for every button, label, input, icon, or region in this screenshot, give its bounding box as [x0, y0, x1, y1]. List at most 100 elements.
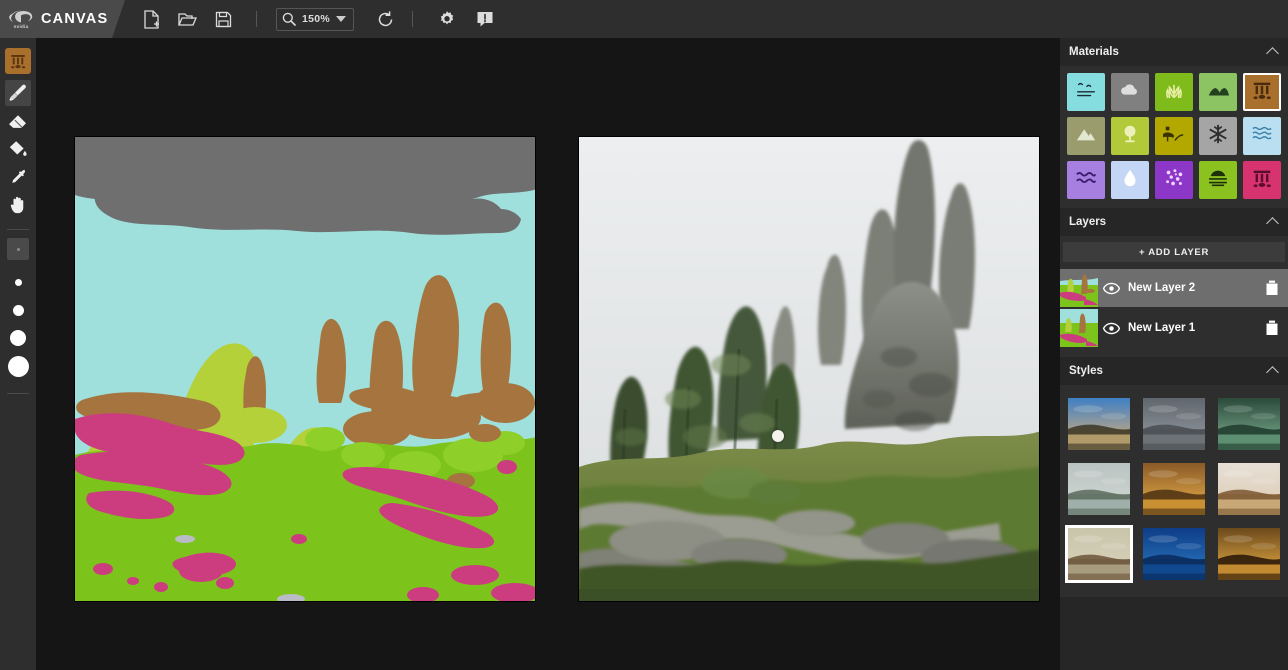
- chevron-up-icon[interactable]: [1266, 47, 1279, 60]
- style-thumbnail-style-2[interactable]: [1140, 395, 1208, 453]
- style-preview: [1218, 528, 1280, 580]
- rendered-output-canvas[interactable]: [578, 136, 1040, 602]
- toolbar-divider-1: [256, 11, 257, 27]
- open-file-button[interactable]: [172, 4, 202, 34]
- reset-button[interactable]: [370, 4, 400, 34]
- zoom-level-value: 150%: [302, 13, 331, 25]
- temple-icon: [1251, 167, 1273, 194]
- material-grass[interactable]: [1155, 73, 1193, 111]
- ruins-icon: [11, 55, 26, 69]
- save-disk-icon: [215, 11, 231, 27]
- brand-logo: nvidia CANVAS: [0, 0, 125, 38]
- tool-eyedropper[interactable]: [5, 164, 31, 190]
- style-preview: [1218, 463, 1280, 515]
- eye-icon: [1102, 282, 1120, 294]
- tool-eraser[interactable]: [5, 108, 31, 134]
- chevron-down-icon[interactable]: [336, 16, 347, 22]
- bush-icon: [1119, 123, 1141, 150]
- style-thumbnail-style-3[interactable]: [1215, 395, 1283, 453]
- layers-body: + ADD LAYER New Layer 2 New Layer 1: [1060, 236, 1288, 357]
- tool-paintbrush[interactable]: [5, 80, 31, 106]
- material-water[interactable]: [1243, 117, 1281, 155]
- settings-button[interactable]: [432, 4, 462, 34]
- material-sand[interactable]: [1155, 117, 1193, 155]
- materials-section-header[interactable]: Materials: [1060, 38, 1288, 66]
- style-thumbnail-style-1[interactable]: [1065, 395, 1133, 453]
- layers-section-header[interactable]: Layers: [1060, 208, 1288, 236]
- material-rain[interactable]: [1111, 161, 1149, 199]
- material-sky[interactable]: [1067, 73, 1105, 111]
- style-preview: [1068, 528, 1130, 580]
- material-mountain[interactable]: [1067, 117, 1105, 155]
- layer-row[interactable]: New Layer 1: [1060, 309, 1288, 347]
- layer-visibility-toggle[interactable]: [1098, 282, 1124, 295]
- segmentation-artwork: [75, 137, 535, 601]
- new-file-icon: [143, 9, 159, 29]
- material-flowers[interactable]: [1155, 161, 1193, 199]
- material-bush[interactable]: [1111, 117, 1149, 155]
- material-cloud[interactable]: [1111, 73, 1149, 111]
- styles-body: [1060, 385, 1288, 597]
- current-material-swatch[interactable]: [5, 48, 31, 74]
- style-thumbnail-style-6[interactable]: [1215, 460, 1283, 518]
- eraser-icon: [9, 115, 26, 128]
- style-thumbnail-style-5[interactable]: [1140, 460, 1208, 518]
- style-thumbnail-style-9[interactable]: [1215, 525, 1283, 583]
- chevron-up-icon[interactable]: [1266, 217, 1279, 230]
- gear-icon: [440, 11, 454, 25]
- brush-size-xl[interactable]: [5, 353, 31, 379]
- tool-hand[interactable]: [5, 192, 31, 218]
- material-ruins[interactable]: [1243, 73, 1281, 111]
- nvidia-eye-mark: [9, 10, 33, 22]
- brush-size-l[interactable]: [5, 325, 31, 351]
- right-panel: Materials Layers + ADD LAYER New Layer 2…: [1060, 38, 1288, 670]
- left-toolbar: [0, 38, 36, 670]
- layer-visibility-toggle[interactable]: [1098, 322, 1124, 335]
- add-layer-button[interactable]: + ADD LAYER: [1063, 242, 1285, 262]
- style-thumbnail-style-8[interactable]: [1140, 525, 1208, 583]
- style-preview: [1068, 398, 1130, 450]
- brush-dot-xl: [7, 355, 29, 377]
- material-temple[interactable]: [1243, 161, 1281, 199]
- layer-thumbnail: [1060, 309, 1098, 347]
- toolbar-divider-2: [412, 11, 414, 27]
- top-toolbar: nvidia CANVAS 150%: [0, 0, 1288, 38]
- tool-paint-bucket[interactable]: [5, 136, 31, 162]
- eye-icon: [1102, 322, 1120, 334]
- feedback-bubble-icon: [477, 12, 493, 27]
- brush-size-s[interactable]: [5, 269, 31, 295]
- material-hill[interactable]: [1199, 73, 1237, 111]
- toolbar-divider-bottom: [7, 393, 29, 394]
- hill-icon: [1207, 79, 1229, 106]
- delete-layer-button[interactable]: [1265, 280, 1279, 296]
- style-thumbnail-style-4[interactable]: [1065, 460, 1133, 518]
- save-file-button[interactable]: [208, 4, 238, 34]
- delete-layer-button[interactable]: [1265, 320, 1279, 336]
- feedback-button[interactable]: [470, 4, 500, 34]
- palm-icon: [1160, 123, 1185, 150]
- water-drop-icon: [1119, 167, 1141, 194]
- style-thumbnail-style-7[interactable]: [1065, 525, 1133, 583]
- style-preview: [1068, 463, 1130, 515]
- layers-title: Layers: [1069, 216, 1107, 228]
- materials-body: [1060, 66, 1288, 208]
- brush-dot-s: [14, 278, 22, 286]
- layer-row[interactable]: New Layer 2: [1060, 269, 1288, 307]
- material-fog[interactable]: [1199, 161, 1237, 199]
- search-icon: [282, 12, 296, 26]
- reset-icon: [378, 10, 392, 26]
- material-snow[interactable]: [1199, 117, 1237, 155]
- brush-size-xs[interactable]: [7, 238, 29, 260]
- chevron-up-icon[interactable]: [1266, 366, 1279, 379]
- new-file-button[interactable]: [136, 4, 166, 34]
- material-river[interactable]: [1067, 161, 1105, 199]
- zoom-control[interactable]: 150%: [276, 7, 355, 31]
- paintbrush-icon: [9, 84, 26, 101]
- style-preview: [1143, 463, 1205, 515]
- brush-size-m[interactable]: [5, 297, 31, 323]
- brush-dot-m: [12, 304, 24, 316]
- styles-section-header[interactable]: Styles: [1060, 357, 1288, 385]
- canvas-workspace: [36, 38, 1060, 670]
- open-folder-icon: [177, 12, 197, 26]
- segmentation-canvas[interactable]: [74, 136, 536, 602]
